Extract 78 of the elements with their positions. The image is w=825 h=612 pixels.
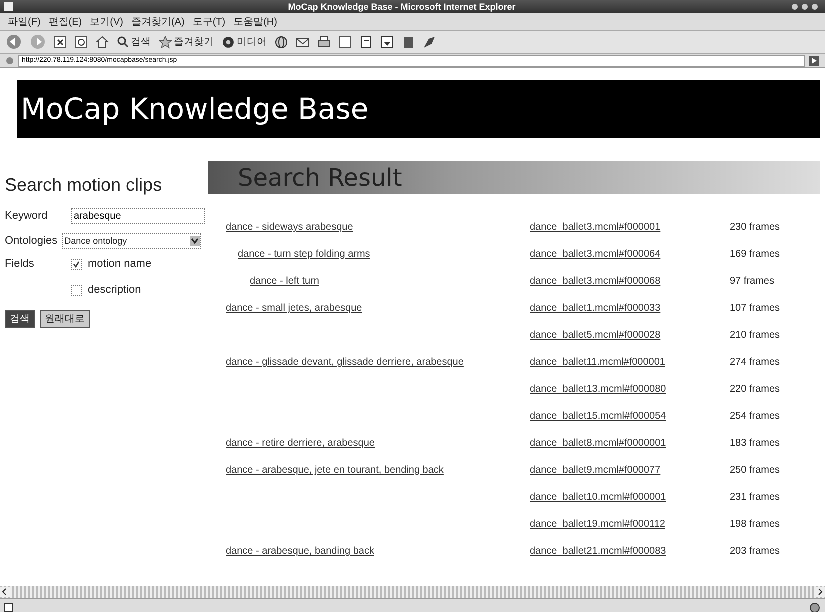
- go-icon[interactable]: [809, 56, 819, 66]
- home-icon[interactable]: [96, 36, 109, 48]
- clip-link[interactable]: dance_ballet9.mcml#f000077: [530, 465, 661, 476]
- motion-link[interactable]: dance - glissade devant, glissade derriere, arabesque: [226, 357, 464, 368]
- scroll-right-icon[interactable]: [815, 587, 825, 597]
- result-heading: Search Result: [238, 164, 402, 192]
- clip-link[interactable]: dance_ballet19.mcml#f000112: [530, 519, 666, 530]
- clip-link[interactable]: dance_ballet21.mcml#f000083: [530, 546, 666, 557]
- search-button[interactable]: 검색: [5, 310, 35, 328]
- clip-link[interactable]: dance_ballet10.mcml#f000001: [530, 492, 666, 503]
- frame-count: 183 frames: [730, 438, 782, 449]
- caret-icon[interactable]: [190, 236, 200, 246]
- frame-count: 220 frames: [730, 384, 782, 395]
- horizontal-scrollbar[interactable]: [0, 586, 825, 598]
- clip-link[interactable]: dance_ballet13.mcml#f000080: [530, 384, 666, 395]
- frame-count: 254 frames: [730, 411, 782, 422]
- frame-count: 250 frames: [730, 465, 782, 476]
- field-label: Ontologies: [5, 235, 58, 247]
- motion-link[interactable]: dance - small jetes, arabesque: [226, 303, 362, 314]
- scroll-left-icon[interactable]: [0, 587, 10, 597]
- motion-link[interactable]: dance - retire derriere, arabesque: [226, 438, 375, 449]
- frame-count: 203 frames: [730, 546, 782, 557]
- motion-link[interactable]: dance - left turn: [250, 276, 320, 287]
- frame-count: 198 frames: [730, 519, 782, 530]
- clip-link[interactable]: dance_ballet15.mcml#f000054: [530, 411, 666, 422]
- panel-heading: Search motion clips: [5, 175, 164, 196]
- field-label: Fields: [5, 258, 36, 270]
- refresh-icon[interactable]: [75, 36, 88, 48]
- toolbar-button[interactable]: 검색: [117, 35, 151, 49]
- frame-count: 274 frames: [730, 357, 782, 368]
- back-icon[interactable]: [6, 34, 22, 50]
- clip-link[interactable]: dance_ballet8.mcml#f0000001: [530, 438, 666, 449]
- window-controls-icon[interactable]: [791, 2, 821, 10]
- clip-link[interactable]: dance_ballet3.mcml#f000001: [530, 222, 661, 233]
- frame-count: 230 frames: [730, 222, 782, 233]
- star-icon: [159, 36, 172, 48]
- menu-item[interactable]: 도움말(H): [234, 14, 278, 28]
- clip-link[interactable]: dance_ballet1.mcml#f000033: [530, 303, 661, 314]
- globe-icon[interactable]: [275, 36, 288, 48]
- field-label: Keyword: [5, 210, 49, 222]
- media-icon: [222, 36, 235, 48]
- ontology-dropdown[interactable]: Dance ontology: [62, 233, 201, 249]
- document-icon[interactable]: [360, 36, 373, 48]
- clip-link[interactable]: dance_ballet5.mcml#f000028: [530, 330, 661, 341]
- menu-item[interactable]: 편집(E): [48, 14, 82, 28]
- clip-link[interactable]: dance_ballet3.mcml#f000068: [530, 276, 661, 287]
- frame-count: 169 frames: [730, 249, 782, 260]
- motion-link[interactable]: dance - turn step folding arms: [238, 249, 370, 260]
- toolbar-button[interactable]: 미디어: [222, 35, 267, 49]
- site-title: MoCap Knowledge Base: [21, 92, 369, 126]
- menu-item[interactable]: 파일(F): [8, 14, 41, 28]
- reset-button[interactable]: 원래대로: [40, 310, 90, 328]
- frame-count: 210 frames: [730, 330, 782, 341]
- clip-link[interactable]: dance_ballet3.mcml#f000064: [530, 249, 661, 260]
- frame-count: 97 frames: [730, 276, 776, 287]
- motion-link[interactable]: dance - sideways arabesque: [226, 222, 354, 233]
- menu-item[interactable]: 도구(T): [192, 14, 226, 28]
- toolbar-button[interactable]: 즐겨찾기: [159, 35, 214, 49]
- frame-count: 107 frames: [730, 303, 782, 314]
- download-icon[interactable]: [381, 36, 394, 48]
- motion-link[interactable]: dance - arabesque, banding back: [226, 546, 374, 557]
- checkbox-label: motion name: [88, 258, 152, 270]
- menu-item[interactable]: 보기(V): [90, 14, 124, 28]
- mail-icon[interactable]: [296, 36, 310, 48]
- page-icon: [4, 602, 14, 612]
- motion-link[interactable]: dance - arabesque, jete en tourant, bending back: [226, 465, 444, 476]
- page-icon: [6, 56, 14, 64]
- menu-item[interactable]: 즐겨찾기(A): [131, 14, 185, 28]
- frame-count: 231 frames: [730, 492, 782, 503]
- checkbox-label: description: [88, 284, 142, 296]
- checkbox[interactable]: [71, 258, 82, 270]
- print-icon[interactable]: [318, 36, 331, 48]
- window-title: MoCap Knowledge Base - Microsoft Internet Explorer: [287, 2, 517, 12]
- search-icon: [117, 36, 129, 48]
- stop-icon[interactable]: [54, 36, 67, 48]
- checkbox[interactable]: [71, 284, 82, 296]
- keyword-field[interactable]: arabesque: [71, 208, 205, 224]
- clip-link[interactable]: dance_ballet11.mcml#f000001: [530, 357, 666, 368]
